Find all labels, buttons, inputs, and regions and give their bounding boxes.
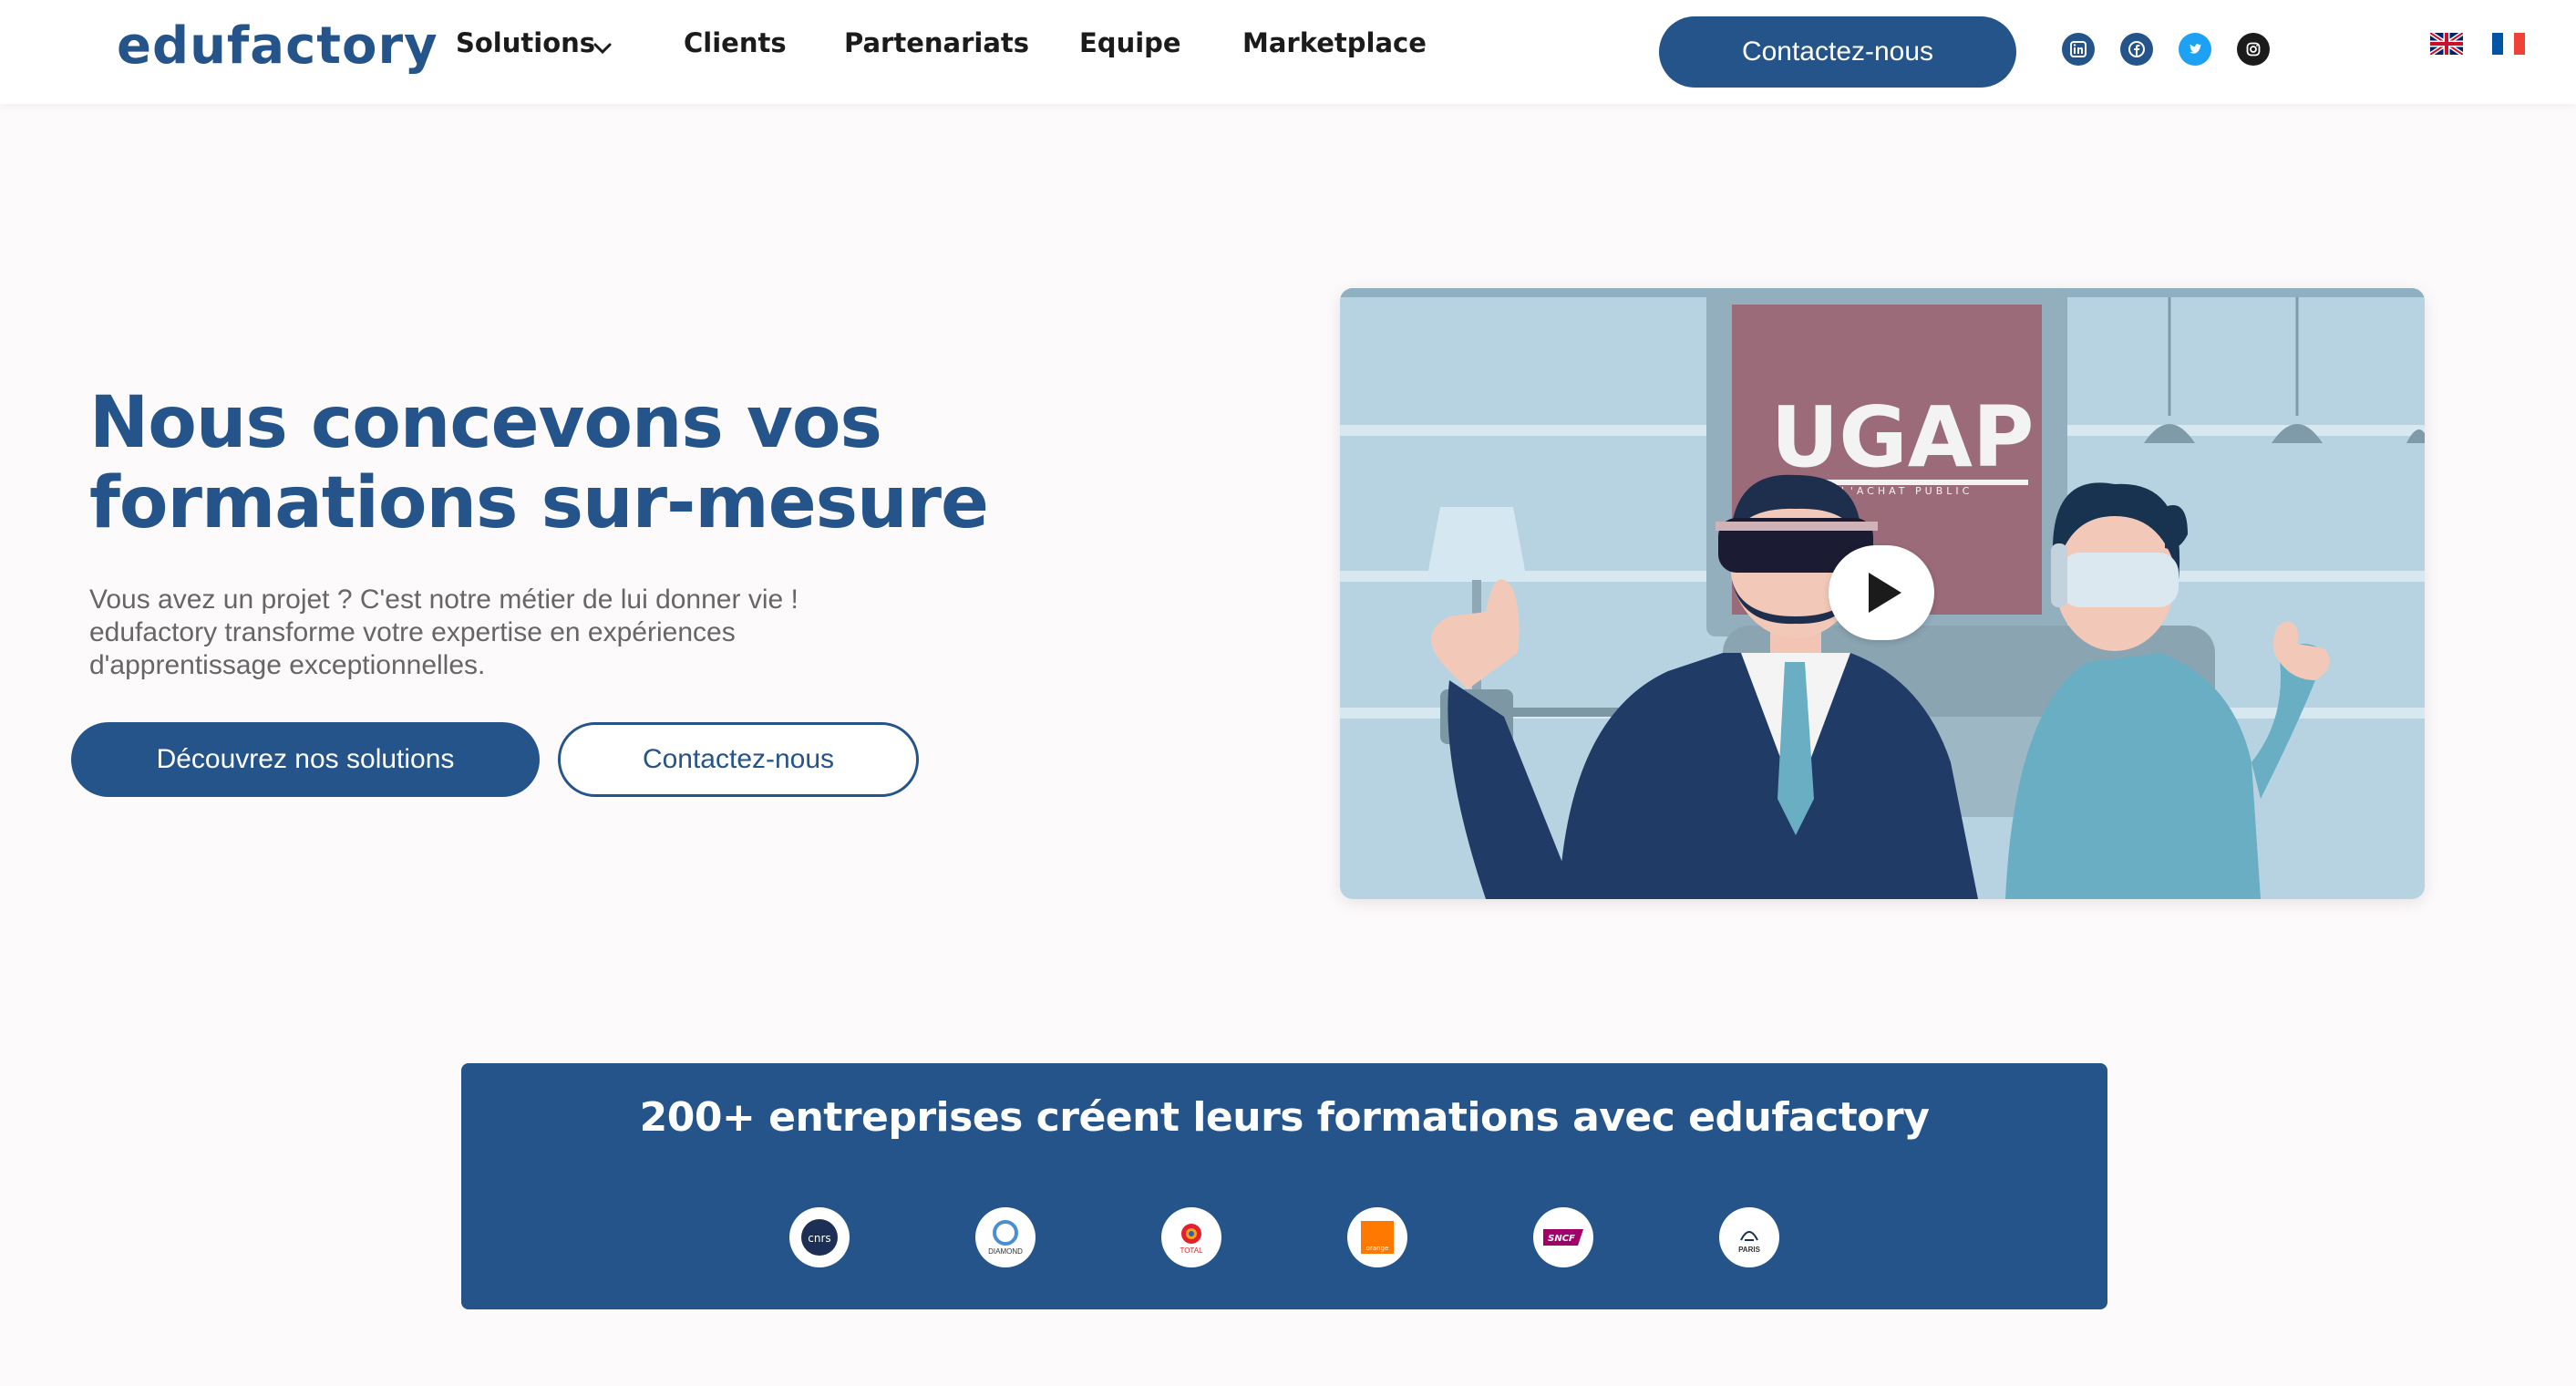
ugap-logo-text: UGAP: [1771, 388, 2035, 486]
english-flag-icon[interactable]: [2430, 33, 2463, 55]
discover-solutions-button[interactable]: Découvrez nos solutions: [71, 722, 540, 797]
nav-clients[interactable]: Clients: [684, 27, 787, 58]
client-logo-label: SNCF: [1548, 1234, 1575, 1244]
instagram-icon[interactable]: [2237, 33, 2270, 66]
chevron-down-icon[interactable]: [592, 42, 613, 55]
client-logo-label: PARIS: [1738, 1245, 1760, 1254]
client-logo-cnrs: cnrs: [789, 1207, 850, 1267]
twitter-icon[interactable]: [2179, 33, 2211, 66]
header-contact-button[interactable]: Contactez-nous: [1659, 16, 2016, 88]
site-header: edufactory Solutions Clients Partenariat…: [0, 0, 2576, 104]
hero-subtitle-line: d'apprentissage exceptionnelles.: [89, 650, 486, 680]
client-logo-label: TOTAL: [1180, 1246, 1203, 1255]
hero-subtitle: Vous avez un projet ? C'est notre métier…: [89, 584, 873, 682]
play-button[interactable]: [1829, 545, 1934, 640]
linkedin-icon[interactable]: [2062, 33, 2095, 66]
clients-band: 200+ entreprises créent leurs formations…: [461, 1063, 2107, 1309]
facebook-icon[interactable]: [2120, 33, 2153, 66]
play-icon: [1869, 573, 1901, 613]
hero-subtitle-line: edufactory transforme votre expertise en…: [89, 617, 736, 647]
hero-subtitle-line: Vous avez un projet ? C'est notre métier…: [89, 584, 799, 615]
french-flag-icon[interactable]: [2492, 33, 2525, 55]
client-logo-label: orange: [1366, 1245, 1389, 1252]
client-logo-paris: PARIS: [1719, 1207, 1779, 1267]
client-logo-label: DIAMOND: [988, 1246, 1023, 1256]
nav-solutions-label: Solutions: [456, 27, 596, 58]
client-logo-orange: orange: [1347, 1207, 1407, 1267]
nav-marketplace[interactable]: Marketplace: [1242, 27, 1427, 58]
client-logo-dassault: DIAMOND: [975, 1207, 1036, 1267]
clients-title: 200+ entreprises créent leurs formations…: [639, 1094, 1930, 1141]
ugap-tagline: L'ACHAT PUBLIC: [1841, 485, 1973, 497]
video-player[interactable]: UGAP L'ACHAT PUBLIC: [1340, 288, 2425, 899]
edufactory-logo[interactable]: edufactory: [117, 16, 438, 76]
hero-title: Nous concevons vos formations sur-mesure: [89, 382, 989, 544]
client-logo-sncf: SNCF: [1533, 1207, 1593, 1267]
client-logo-total: TOTAL: [1161, 1207, 1221, 1267]
nav-equipe[interactable]: Equipe: [1079, 27, 1181, 58]
nav-solutions[interactable]: Solutions: [456, 27, 595, 58]
client-logo-label: cnrs: [808, 1232, 830, 1245]
nav-partenariats[interactable]: Partenariats: [844, 27, 1029, 58]
hero-contact-button[interactable]: Contactez-nous: [558, 722, 919, 797]
